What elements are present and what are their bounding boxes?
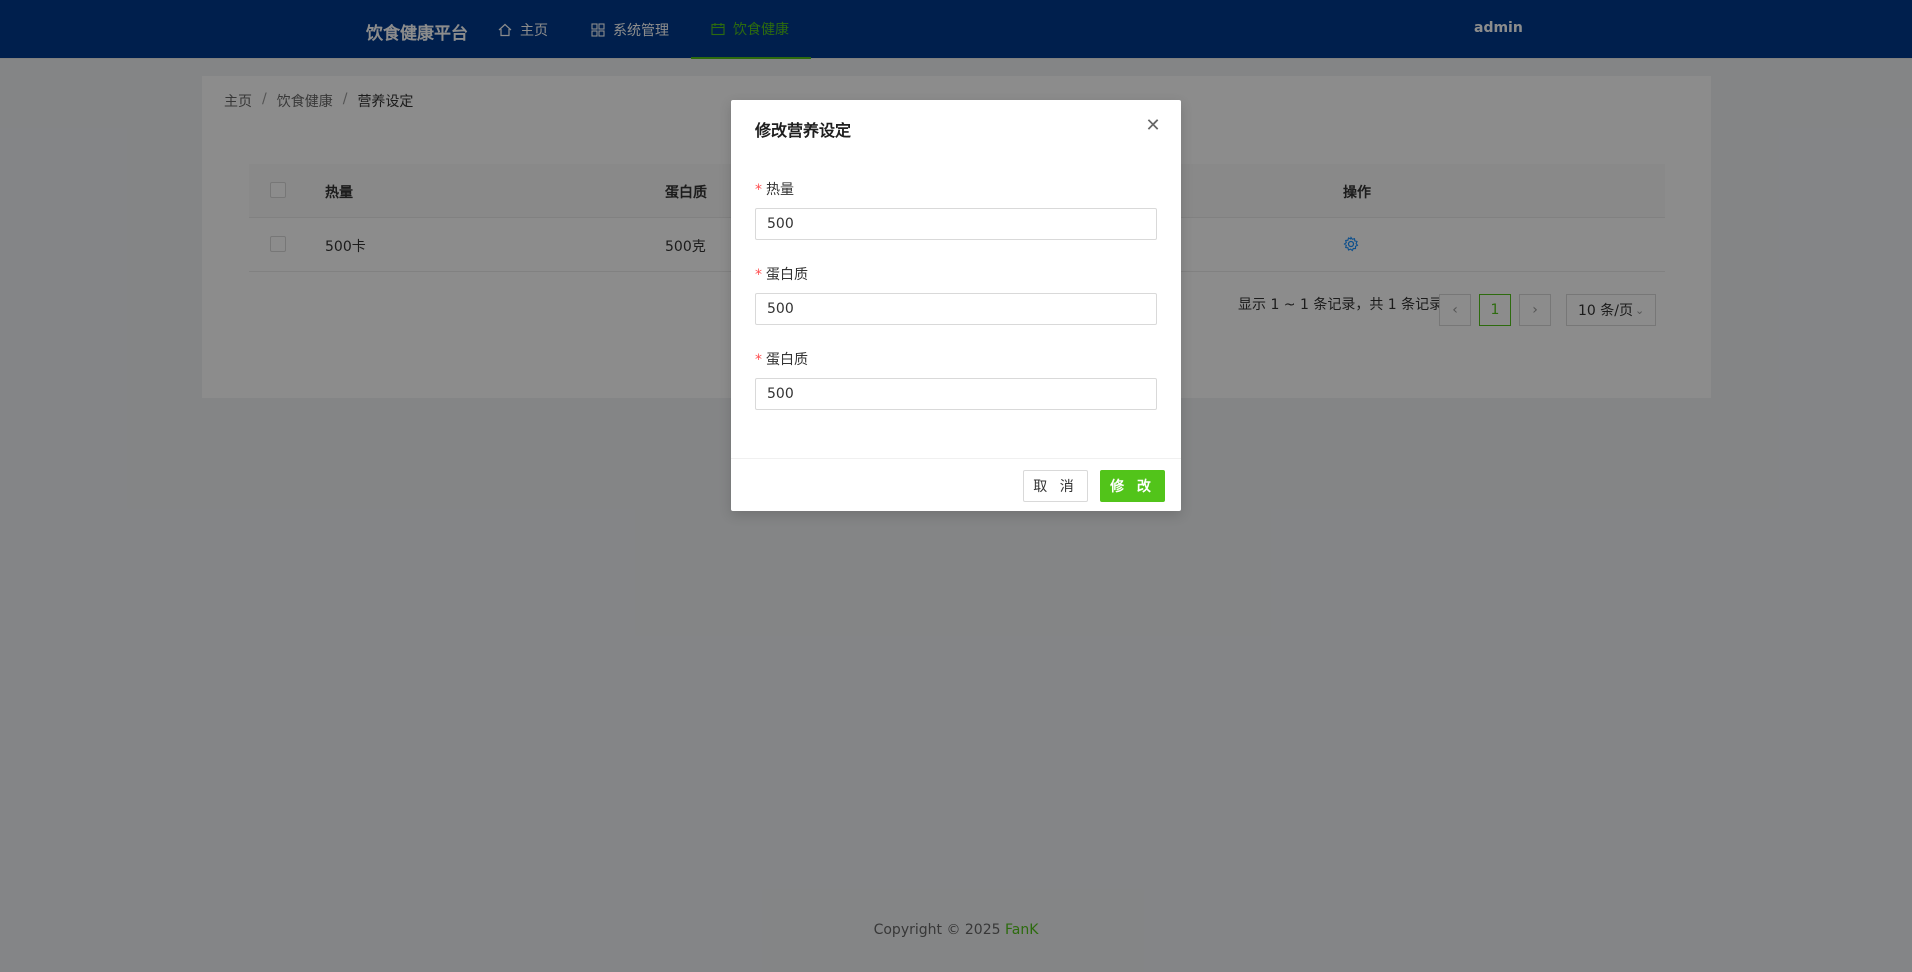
form-label-text: 蛋白质 bbox=[766, 352, 808, 368]
form-label-calories: * 热量 bbox=[755, 179, 794, 199]
calories-input[interactable] bbox=[755, 208, 1157, 240]
form-label-text: 蛋白质 bbox=[766, 267, 808, 283]
form-label-protein-2: * 蛋白质 bbox=[755, 349, 808, 369]
close-icon[interactable]: ✕ bbox=[1145, 117, 1161, 135]
required-mark: * bbox=[755, 267, 762, 283]
protein-input-2[interactable] bbox=[755, 378, 1157, 410]
submit-button[interactable]: 修 改 bbox=[1100, 470, 1165, 502]
form-label-protein: * 蛋白质 bbox=[755, 264, 808, 284]
modal-footer: 取 消 修 改 bbox=[731, 458, 1181, 511]
form-label-text: 热量 bbox=[766, 182, 794, 198]
required-mark: * bbox=[755, 182, 762, 198]
modal-title: 修改营养设定 bbox=[755, 121, 852, 140]
cancel-button[interactable]: 取 消 bbox=[1023, 470, 1088, 502]
edit-nutrition-modal: 修改营养设定 ✕ *热量 *蛋白质 *蛋白质 取 消 修 改 bbox=[731, 100, 1181, 511]
protein-input[interactable] bbox=[755, 293, 1157, 325]
required-mark: * bbox=[755, 352, 762, 368]
